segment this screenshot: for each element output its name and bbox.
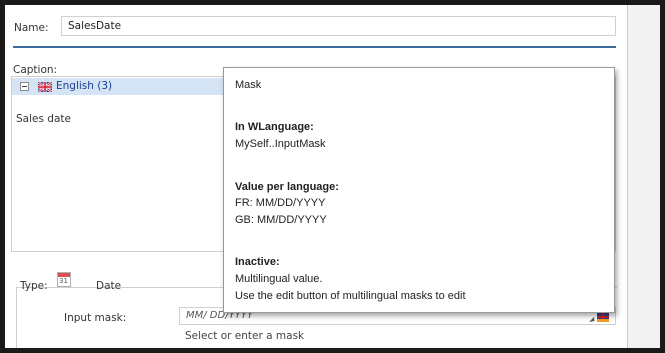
caption-value[interactable]: Sales date xyxy=(16,113,71,125)
input-mask-label: Input mask: xyxy=(64,312,127,324)
tooltip-value-fr: FR: MM/DD/YYYY xyxy=(235,197,326,209)
calendar-icon: 31 xyxy=(57,272,71,287)
tooltip-value-gb: GB: MM/DD/YYYY xyxy=(235,214,327,226)
tooltip-wlanguage-heading: In WLanguage: xyxy=(235,121,314,133)
calendar-day-number: 31 xyxy=(59,277,68,285)
properties-panel: Name: SalesDate Caption: English (3) Sal… xyxy=(5,5,626,348)
properties-window: Name: SalesDate Caption: English (3) Sal… xyxy=(5,5,660,348)
caption-label: Caption: xyxy=(13,64,58,76)
section-divider xyxy=(13,46,616,48)
tooltip-inactive-line1: Multilingual value. xyxy=(235,273,323,285)
input-mask-hint: Select or enter a mask xyxy=(185,330,305,342)
right-side-panel xyxy=(627,5,660,348)
tooltip-title: Mask xyxy=(235,79,262,91)
name-input[interactable]: SalesDate xyxy=(61,16,616,36)
uk-flag-icon xyxy=(38,82,52,92)
tooltip-inactive-line2: Use the edit button of multilingual mask… xyxy=(235,290,466,302)
name-label: Name: xyxy=(14,22,49,34)
type-value[interactable]: Date xyxy=(96,280,121,292)
minus-icon[interactable] xyxy=(20,82,29,91)
tooltip-wlanguage-value: MySelf..InputMask xyxy=(235,138,326,150)
tooltip-inactive-heading: Inactive: xyxy=(235,256,280,268)
tooltip-value-per-language-heading: Value per language: xyxy=(235,181,339,193)
type-label: Type: xyxy=(20,280,48,292)
language-item-label: English (3) xyxy=(56,80,113,92)
mask-tooltip: Mask In WLanguage: MySelf..InputMask Val… xyxy=(223,67,615,313)
